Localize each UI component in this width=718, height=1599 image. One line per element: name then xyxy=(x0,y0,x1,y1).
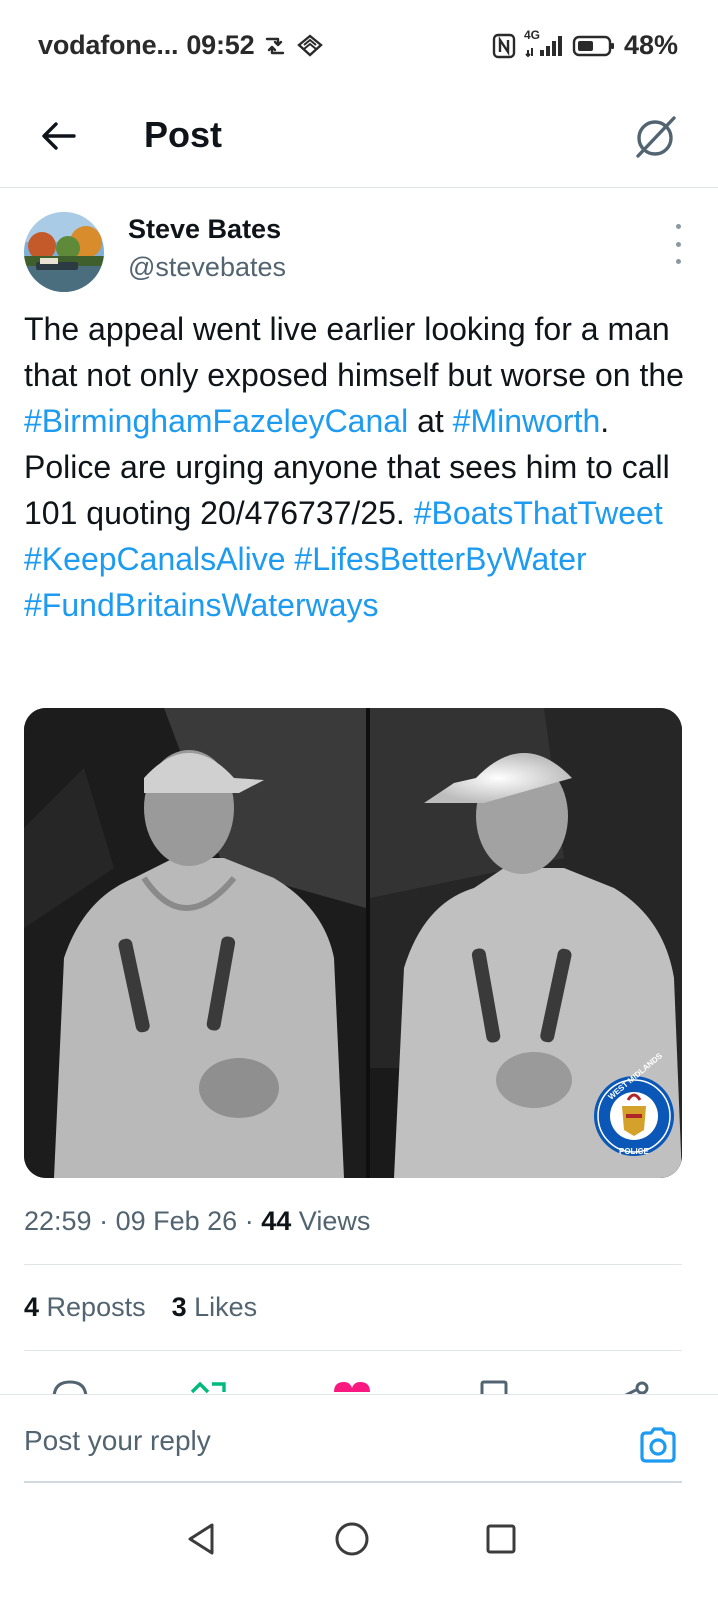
reply-icon xyxy=(52,1380,88,1394)
reply-input[interactable]: Post your reply xyxy=(24,1425,211,1457)
repost-notification-icon xyxy=(262,35,288,57)
post-date: 09 Feb 26 xyxy=(115,1206,238,1236)
square-recents-icon xyxy=(486,1524,516,1554)
bookmark-icon xyxy=(480,1380,508,1394)
post-text-part: The appeal went live earlier looking for… xyxy=(24,311,684,393)
divider xyxy=(24,1264,682,1265)
reply-button[interactable] xyxy=(50,1378,90,1394)
nav-home-button[interactable] xyxy=(327,1514,377,1564)
author-handle[interactable]: @stevebates xyxy=(128,252,286,283)
status-bar-left: vodafone... 09:52 xyxy=(38,30,324,61)
status-bar: vodafone... 09:52 4G 48% xyxy=(0,0,718,92)
post-stats: 4 Reposts 3 Likes xyxy=(24,1292,257,1323)
grok-icon xyxy=(636,116,676,158)
avatar[interactable] xyxy=(24,212,104,292)
post-actions xyxy=(0,1370,718,1394)
hashtag-link[interactable]: #LifesBetterByWater xyxy=(294,541,586,577)
clock: 09:52 xyxy=(186,30,255,60)
likes-stat[interactable]: 3 Likes xyxy=(172,1292,258,1323)
views-count: 44 xyxy=(261,1206,292,1236)
grok-button[interactable] xyxy=(630,110,682,162)
heart-icon xyxy=(334,1382,370,1392)
top-app-bar: Post xyxy=(0,92,718,188)
post-time: 22:59 xyxy=(24,1206,92,1236)
meta-separator: · xyxy=(244,1206,254,1236)
nfc-icon xyxy=(492,33,516,59)
svg-text:POLICE: POLICE xyxy=(619,1147,649,1156)
views-label: Views xyxy=(298,1206,371,1236)
signal-icon: 4G xyxy=(524,28,564,58)
post-text-part: at xyxy=(408,403,453,439)
battery-icon xyxy=(572,34,616,58)
page-title: Post xyxy=(144,114,223,155)
triangle-back-icon xyxy=(188,1523,214,1555)
repost-button[interactable] xyxy=(188,1378,232,1394)
post-image[interactable]: WEST MIDLANDS POLICE xyxy=(24,708,682,1178)
share-icon xyxy=(624,1381,649,1394)
divider xyxy=(24,1350,682,1351)
reply-underline xyxy=(24,1481,682,1483)
nav-recents-button[interactable] xyxy=(476,1514,526,1564)
post-author: Steve Bates @stevebates xyxy=(24,212,694,294)
repost-icon xyxy=(190,1381,226,1394)
like-button[interactable] xyxy=(332,1378,372,1394)
author-name[interactable]: Steve Bates xyxy=(128,214,281,245)
back-button[interactable] xyxy=(34,112,82,160)
app-notification-icon xyxy=(296,33,324,59)
more-vertical-icon xyxy=(675,224,681,229)
more-options-button[interactable] xyxy=(666,224,690,264)
post-meta: 22:59 · 09 Feb 26 · 44 Views xyxy=(24,1206,370,1237)
arrow-left-icon xyxy=(42,122,76,150)
nav-back-button[interactable] xyxy=(176,1514,226,1564)
battery-percent: 48% xyxy=(623,30,678,60)
camera-button[interactable] xyxy=(638,1425,678,1465)
hashtag-link[interactable]: #Minworth xyxy=(453,403,601,439)
circle-home-icon xyxy=(335,1522,369,1556)
system-nav-bar xyxy=(0,1494,718,1599)
reposts-stat[interactable]: 4 Reposts xyxy=(24,1292,146,1323)
bookmark-button[interactable] xyxy=(476,1378,512,1394)
reply-composer: Post your reply xyxy=(0,1394,718,1494)
hashtag-link[interactable]: #FundBritainsWaterways xyxy=(24,587,379,623)
hashtag-link[interactable]: #BirminghamFazeleyCanal xyxy=(24,403,408,439)
camera-icon xyxy=(640,1427,676,1463)
reposts-label: Reposts xyxy=(46,1292,146,1322)
network-type: 4G xyxy=(523,27,540,42)
post-text: The appeal went live earlier looking for… xyxy=(24,306,694,628)
carrier-name: vodafone... xyxy=(38,30,179,60)
likes-count: 3 xyxy=(171,1292,187,1322)
meta-separator: · xyxy=(99,1206,109,1236)
reposts-count: 4 xyxy=(24,1292,40,1322)
share-button[interactable] xyxy=(616,1378,652,1394)
status-bar-right: 4G 48% xyxy=(492,28,678,61)
hashtag-link[interactable]: #BoatsThatTweet xyxy=(414,495,663,531)
likes-label: Likes xyxy=(194,1292,258,1322)
hashtag-link[interactable]: #KeepCanalsAlive xyxy=(24,541,286,577)
